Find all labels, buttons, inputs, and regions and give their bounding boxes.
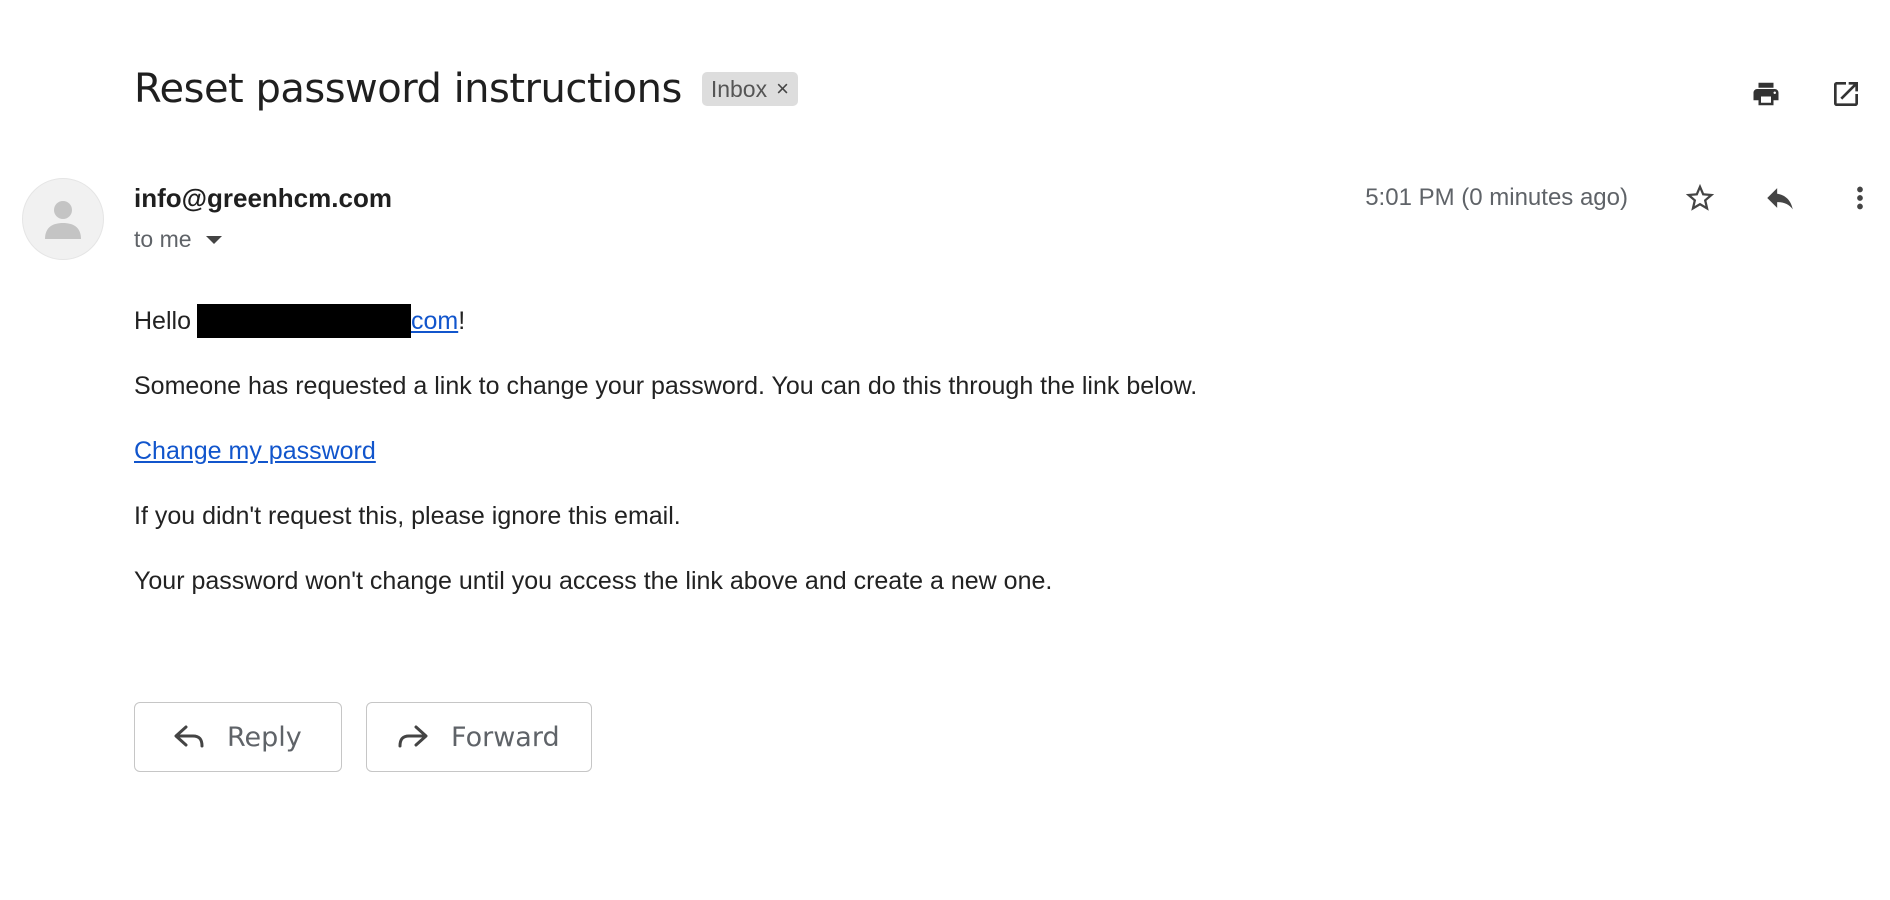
print-icon[interactable]	[1746, 74, 1786, 114]
label-name: Inbox	[710, 75, 768, 102]
reply-forward-bar: Reply Forward	[134, 702, 592, 772]
change-password-link[interactable]: Change my password	[134, 437, 376, 465]
more-vert-icon[interactable]	[1840, 178, 1880, 218]
thread-actions	[1746, 74, 1866, 114]
email-view: Reset password instructions Inbox × info…	[0, 0, 1890, 900]
greeting-prefix: Hello	[134, 307, 191, 335]
body-paragraph-request: Someone has requested a link to change y…	[134, 372, 1198, 400]
inbox-label-chip[interactable]: Inbox ×	[701, 72, 798, 106]
email-subject: Reset password instructions	[134, 66, 682, 112]
show-details-dropdown-icon[interactable]	[205, 235, 222, 244]
reply-button[interactable]: Reply	[134, 702, 342, 772]
open-in-new-window-icon[interactable]	[1826, 74, 1866, 114]
sender-avatar[interactable]	[22, 178, 104, 260]
email-timestamp: 5:01 PM (0 minutes ago)	[1365, 184, 1628, 211]
reply-icon[interactable]	[1760, 178, 1800, 218]
body-paragraph-ignore: If you didn't request this, please ignor…	[134, 502, 681, 530]
reply-button-label: Reply	[227, 721, 302, 753]
remove-label-icon[interactable]: ×	[776, 76, 789, 102]
message-actions	[1680, 178, 1880, 218]
greeting-email-link[interactable]: com	[411, 307, 458, 335]
email-body: Hello com! Someone has requested a link t…	[134, 303, 1197, 628]
forward-button[interactable]: Forward	[366, 702, 592, 772]
recipient-text: to me	[134, 226, 192, 252]
body-paragraph-notice: Your password won't change until you acc…	[134, 567, 1053, 595]
subject-row: Reset password instructions Inbox ×	[134, 66, 798, 112]
forward-arrow-icon	[397, 724, 429, 750]
redacted-email-block	[196, 304, 411, 338]
greeting-end: !	[458, 307, 466, 335]
reply-arrow-icon	[173, 724, 205, 750]
greeting-line: Hello com!	[134, 303, 1197, 339]
recipient-row: to me	[134, 226, 222, 253]
forward-button-label: Forward	[451, 721, 560, 753]
star-icon[interactable]	[1680, 178, 1720, 218]
person-icon	[45, 201, 81, 239]
sender-address[interactable]: info@greenhcm.com	[134, 183, 392, 214]
